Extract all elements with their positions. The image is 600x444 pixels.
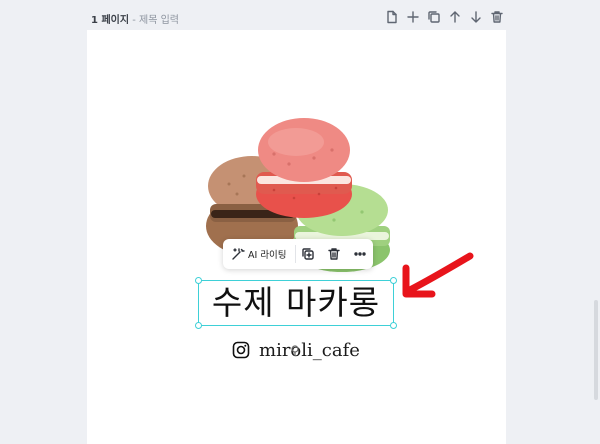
add-page-button[interactable] bbox=[405, 9, 421, 25]
move-down-icon bbox=[471, 11, 481, 23]
duplicate-element-button[interactable] bbox=[296, 239, 322, 269]
selected-text-box[interactable]: 수제 마카롱 bbox=[195, 277, 397, 329]
move-up-icon bbox=[450, 11, 460, 23]
ai-writing-label: AI 라이팅 bbox=[248, 250, 287, 261]
new-page-icon bbox=[387, 10, 397, 24]
delete-icon bbox=[491, 11, 503, 23]
resize-handle-bottom-left[interactable] bbox=[195, 322, 202, 329]
page-toolbar bbox=[384, 9, 505, 27]
heading-text[interactable]: 수제 마카롱 bbox=[199, 283, 393, 323]
resize-handle-bottom-right[interactable] bbox=[390, 322, 397, 329]
duplicate-icon bbox=[428, 11, 440, 23]
instagram-handle: miroli_cafe bbox=[259, 339, 360, 361]
more-icon bbox=[354, 252, 366, 256]
delete-page-button[interactable] bbox=[489, 9, 505, 25]
mouse-cursor-icon bbox=[291, 345, 299, 356]
page-title[interactable]: 1 페이지 - 제목 입력 bbox=[91, 11, 179, 26]
scrollbar[interactable] bbox=[594, 300, 598, 400]
duplicate-icon bbox=[302, 248, 315, 260]
annotation-arrow bbox=[402, 252, 474, 298]
delete-element-button[interactable] bbox=[321, 239, 347, 269]
magic-wand-icon bbox=[232, 248, 245, 260]
element-toolbar: AI 라이팅 bbox=[223, 239, 373, 269]
duplicate-page-button[interactable] bbox=[426, 9, 442, 25]
page-number: 1 페이지 bbox=[91, 15, 130, 26]
pink-macaron bbox=[256, 118, 352, 218]
page-title-input[interactable]: 제목 입력 bbox=[139, 15, 179, 26]
page-header: 1 페이지 - 제목 입력 bbox=[0, 0, 600, 34]
new-page-button[interactable] bbox=[384, 9, 400, 25]
instagram-icon bbox=[232, 341, 250, 359]
resize-handle-top-left[interactable] bbox=[195, 277, 202, 284]
add-icon bbox=[407, 11, 419, 23]
more-options-button[interactable] bbox=[347, 239, 373, 269]
move-page-up-button[interactable] bbox=[447, 9, 463, 25]
resize-handle-top-right[interactable] bbox=[390, 277, 397, 284]
ai-writing-button[interactable]: AI 라이팅 bbox=[223, 239, 295, 269]
delete-icon bbox=[328, 248, 340, 260]
title-separator: - bbox=[129, 15, 140, 26]
move-page-down-button[interactable] bbox=[468, 9, 484, 25]
page-canvas[interactable]: AI 라이팅 수제 마카롱 miroli_cafe bbox=[87, 30, 506, 444]
